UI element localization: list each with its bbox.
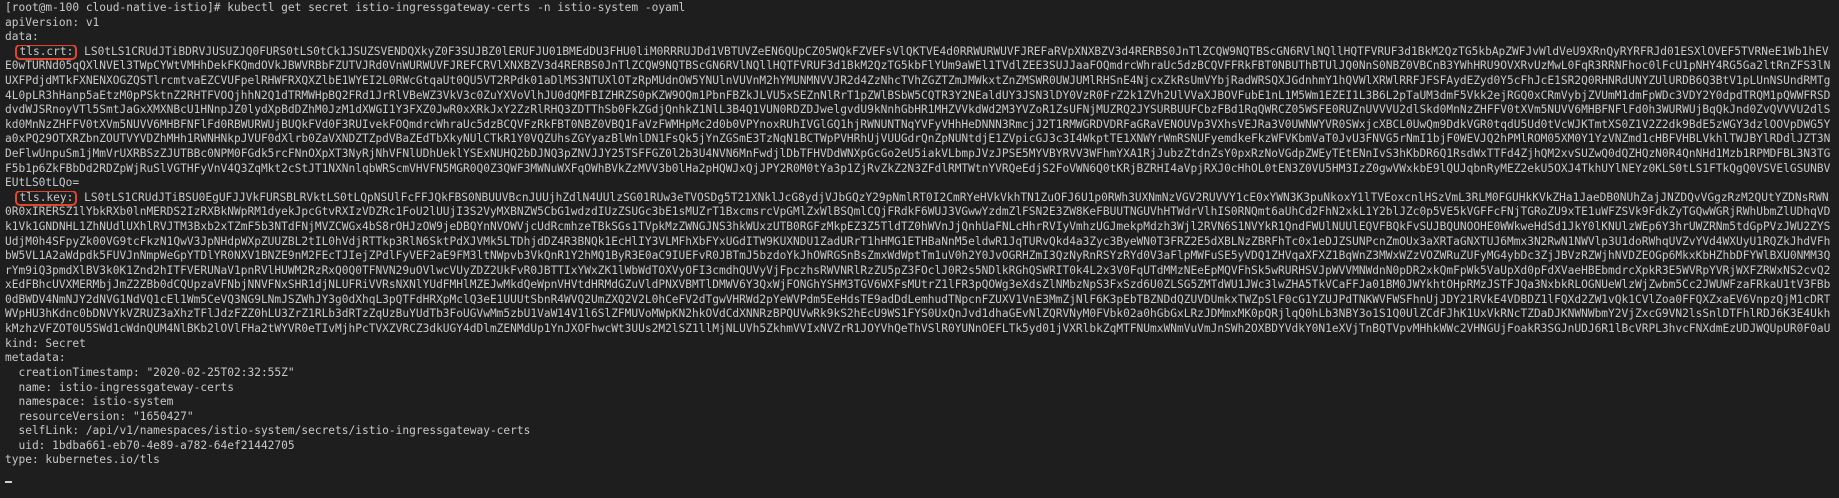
tls-crt-entry: tls.crt: LS0tLS1CRUdJTiBDRVJUSUZJQ0FURS0… — [5, 44, 1834, 191]
output-namespace: namespace: istio-system — [5, 395, 174, 409]
tls-crt-key-highlight: tls.crt: — [15, 44, 78, 60]
output-type: type: kubernetes.io/tls — [5, 453, 160, 467]
tls-key-entry: tls.key: LS0tLS1CRUdJTiBSU0EgUFJJVkFURSB… — [5, 190, 1834, 337]
tls-key-value: LS0tLS1CRUdJTiBSU0EgUFJJVkFURSBLRVktLS0t… — [5, 190, 1831, 337]
command-line: [root@m-100 cloud-native-istio]# kubectl… — [5, 1, 1834, 16]
output-api-version: apiVersion: v1 — [5, 15, 100, 29]
tls-crt-value: LS0tLS1CRUdJTiBDRVJUSUZJQ0FURS0tLS0tCk1J… — [5, 44, 1831, 190]
output-self-link: selfLink: /api/v1/namespaces/istio-syste… — [5, 424, 531, 438]
shell-prompt: [root@m-100 cloud-native-istio]# — [5, 1, 228, 14]
output-creation-timestamp: creationTimestamp: "2020-02-25T02:32:55Z… — [5, 365, 295, 379]
input-line[interactable] — [5, 468, 1834, 483]
command-text: kubectl get secret istio-ingressgateway-… — [227, 1, 686, 14]
output-uid: uid: 1bdba661-eb70-4e89-a782-64ef2144270… — [5, 438, 295, 452]
terminal-window[interactable]: [root@m-100 cloud-native-istio]# kubectl… — [0, 0, 1839, 498]
output-data: data: — [5, 30, 39, 44]
output-name: name: istio-ingressgateway-certs — [5, 380, 235, 394]
output-kind: kind: Secret — [5, 336, 86, 350]
tls-key-key-highlight: tls.key: — [15, 190, 78, 206]
output-resource-version: resourceVersion: "1650427" — [5, 409, 194, 423]
text-cursor — [5, 480, 12, 483]
output-metadata: metadata: — [5, 351, 66, 365]
